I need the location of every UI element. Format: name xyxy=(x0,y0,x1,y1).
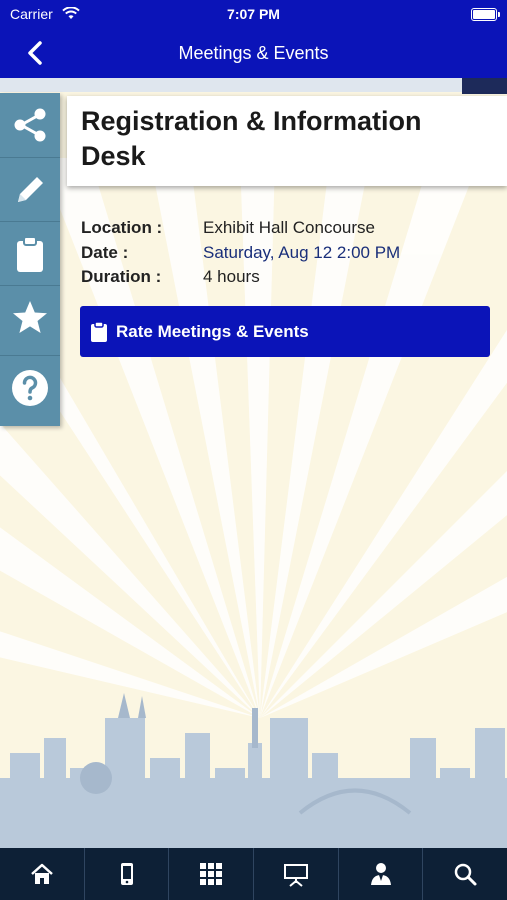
duration-row: Duration : 4 hours xyxy=(81,267,400,292)
clipboard-button[interactable] xyxy=(0,221,60,286)
mobile-device-icon xyxy=(120,863,133,885)
clipboard-icon xyxy=(90,320,108,343)
help-icon xyxy=(12,370,48,406)
event-details: Location : Exhibit Hall Concourse Date :… xyxy=(81,218,400,292)
duration-label: Duration : xyxy=(81,267,162,286)
status-bar: Carrier 7:07 PM xyxy=(0,0,507,30)
event-title-card: Registration & Information Desk xyxy=(67,96,507,186)
location-label: Location : xyxy=(81,218,163,237)
star-icon xyxy=(13,301,47,333)
date-row: Date : Saturday, Aug 12 2:00 PM xyxy=(81,243,400,268)
home-icon xyxy=(30,863,53,884)
date-label: Date : xyxy=(81,242,129,262)
sunburst-skyline-illustration xyxy=(0,78,507,848)
rate-meetings-button[interactable]: Rate Meetings & Events xyxy=(80,306,490,357)
tab-home[interactable] xyxy=(0,848,84,900)
clipboard-icon xyxy=(17,236,43,272)
help-button[interactable] xyxy=(0,355,60,420)
edit-notes-button[interactable] xyxy=(0,157,60,222)
tab-search[interactable] xyxy=(422,848,507,900)
presentation-icon xyxy=(283,864,308,887)
side-toolbar xyxy=(0,93,60,426)
location-value: Exhibit Hall Concourse xyxy=(203,218,375,237)
page-title: Meetings & Events xyxy=(178,43,329,63)
tab-speaker[interactable] xyxy=(337,848,423,900)
share-icon xyxy=(14,108,46,142)
tab-grid[interactable] xyxy=(168,848,253,900)
tab-presentation[interactable] xyxy=(253,848,338,900)
duration-value: 4 hours xyxy=(203,267,260,286)
rate-button-label: Rate Meetings & Events xyxy=(116,321,309,341)
grid-icon xyxy=(200,863,223,885)
tab-mobile[interactable] xyxy=(83,848,169,900)
event-title: Registration & Information Desk xyxy=(81,106,422,171)
search-icon xyxy=(454,863,477,886)
navigation-bar: Meetings & Events xyxy=(0,30,507,78)
favorite-button[interactable] xyxy=(0,285,60,350)
status-time: 7:07 PM xyxy=(227,6,280,22)
share-button[interactable] xyxy=(0,93,60,157)
speaker-icon xyxy=(370,863,391,885)
background-artwork xyxy=(0,78,507,848)
battery-icon xyxy=(471,8,500,21)
date-value[interactable]: Saturday, Aug 12 2:00 PM xyxy=(203,243,400,268)
location-row: Location : Exhibit Hall Concourse xyxy=(81,218,400,243)
pencil-icon xyxy=(18,177,43,202)
bottom-tab-bar xyxy=(0,848,507,900)
